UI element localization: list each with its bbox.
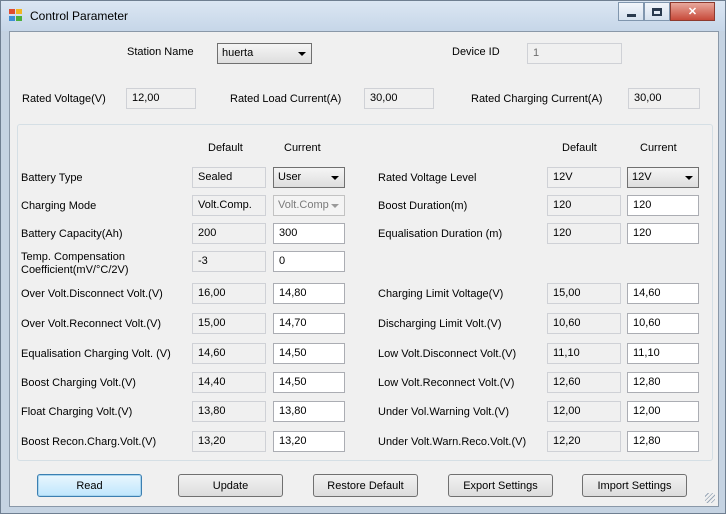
default-value: 14,40 (192, 372, 266, 393)
import-settings-button[interactable]: Import Settings (582, 474, 687, 497)
rated-charging-current-label: Rated Charging Current(A) (471, 93, 603, 105)
param-label: Low Volt.Disconnect Volt.(V) (378, 348, 517, 360)
minimize-button[interactable] (618, 2, 644, 21)
default-value: 12,00 (547, 401, 621, 422)
current-value-input[interactable]: 12,00 (627, 401, 699, 422)
app-icon (9, 9, 23, 22)
left-default-header: Default (208, 142, 243, 154)
station-name-value: huerta (222, 47, 254, 59)
close-button[interactable]: ✕ (670, 2, 715, 21)
maximize-icon (652, 7, 662, 16)
default-value: 12,20 (547, 431, 621, 452)
current-value-input[interactable]: 14,60 (627, 283, 699, 304)
restore-default-button[interactable]: Restore Default (313, 474, 418, 497)
default-value: 14,60 (192, 343, 266, 364)
control-parameter-window: Control Parameter ✕ Station Name huerta … (0, 0, 726, 514)
default-value: 13,20 (192, 431, 266, 452)
param-label: Charging Limit Voltage(V) (378, 288, 504, 300)
param-label: Battery Type (21, 172, 83, 184)
battery-type-select[interactable]: User (273, 167, 345, 188)
default-value: 10,60 (547, 313, 621, 334)
default-value: 15,00 (547, 283, 621, 304)
export-settings-button[interactable]: Export Settings (448, 474, 553, 497)
param-label: Discharging Limit Volt.(V) (378, 318, 502, 330)
param-label: Float Charging Volt.(V) (21, 406, 133, 418)
client-area: Station Name huerta Device ID 1 Rated Vo… (9, 31, 719, 507)
default-value: 11,10 (547, 343, 621, 364)
param-label: Under Vol.Warning Volt.(V) (378, 406, 510, 418)
param-label: Equalisation Duration (m) (378, 228, 503, 240)
current-value-input[interactable]: 13,80 (273, 401, 345, 422)
default-value: Sealed (192, 167, 266, 188)
current-value-input[interactable]: 12,80 (627, 372, 699, 393)
rated-load-current-label: Rated Load Current(A) (230, 93, 342, 105)
rated-charging-current-field: 30,00 (628, 88, 700, 109)
param-label: Charging Mode (21, 200, 97, 212)
right-default-header: Default (562, 142, 597, 154)
right-current-header: Current (640, 142, 677, 154)
rated-voltage-level-select[interactable]: 12V (627, 167, 699, 188)
window-title: Control Parameter (30, 9, 129, 23)
param-label: Equalisation Charging Volt. (V) (21, 348, 171, 360)
charging-mode-select: Volt.Comp (273, 195, 345, 216)
station-name-select[interactable]: huerta (217, 43, 312, 64)
current-value-input[interactable]: 14,80 (273, 283, 345, 304)
station-name-label: Station Name (127, 46, 194, 58)
close-icon: ✕ (687, 6, 698, 18)
current-value-input[interactable]: 120 (627, 195, 699, 216)
left-current-header: Current (284, 142, 321, 154)
current-value-input[interactable]: 14,50 (273, 343, 345, 364)
default-value: 12V (547, 167, 621, 188)
chevron-down-icon (331, 176, 339, 180)
current-value-input[interactable]: 13,20 (273, 431, 345, 452)
parameter-group: Default Current Default Current Battery … (17, 124, 713, 461)
param-label: Over Volt.Reconnect Volt.(V) (21, 318, 162, 330)
current-value-input[interactable]: 300 (273, 223, 345, 244)
default-value: 16,00 (192, 283, 266, 304)
default-value: 120 (547, 223, 621, 244)
minimize-icon (626, 13, 636, 17)
default-value: 200 (192, 223, 266, 244)
param-label: Battery Capacity(Ah) (21, 228, 123, 240)
current-value-input[interactable]: 14,50 (273, 372, 345, 393)
title-bar[interactable]: Control Parameter ✕ (1, 1, 725, 31)
param-label: Over Volt.Disconnect Volt.(V) (21, 288, 163, 300)
maximize-button[interactable] (644, 2, 670, 21)
rated-voltage-level-value: 12V (632, 171, 652, 183)
update-button[interactable]: Update (178, 474, 283, 497)
device-id-label: Device ID (452, 46, 500, 58)
chevron-down-icon (298, 52, 306, 56)
current-value-input[interactable]: 120 (627, 223, 699, 244)
charging-mode-value: Volt.Comp (278, 199, 329, 211)
rated-load-current-field: 30,00 (364, 88, 434, 109)
default-value: 13,80 (192, 401, 266, 422)
read-button[interactable]: Read (37, 474, 142, 497)
current-value-input[interactable]: 0 (273, 251, 345, 272)
param-label: Under Volt.Warn.Reco.Volt.(V) (378, 436, 527, 448)
current-value-input[interactable]: 11,10 (627, 343, 699, 364)
device-id-field: 1 (527, 43, 622, 64)
param-label: Boost Recon.Charg.Volt.(V) (21, 436, 157, 448)
param-label: Low Volt.Reconnect Volt.(V) (378, 377, 515, 389)
resize-grip-icon[interactable] (705, 493, 715, 503)
default-value: 120 (547, 195, 621, 216)
current-value-input[interactable]: 10,60 (627, 313, 699, 334)
default-value: -3 (192, 251, 266, 272)
param-label: Rated Voltage Level (378, 172, 477, 184)
param-label: Boost Charging Volt.(V) (21, 377, 136, 389)
battery-type-value: User (278, 171, 302, 183)
chevron-down-icon (331, 204, 339, 208)
param-label: Temp. Compensation Coefficient(mV/°C/2V) (21, 251, 129, 276)
param-label: Boost Duration(m) (378, 200, 468, 212)
default-value: Volt.Comp. (192, 195, 266, 216)
current-value-input[interactable]: 14,70 (273, 313, 345, 334)
current-value-input[interactable]: 12,80 (627, 431, 699, 452)
default-value: 15,00 (192, 313, 266, 334)
default-value: 12,60 (547, 372, 621, 393)
rated-voltage-field: 12,00 (126, 88, 196, 109)
chevron-down-icon (685, 176, 693, 180)
rated-voltage-label: Rated Voltage(V) (22, 93, 106, 105)
